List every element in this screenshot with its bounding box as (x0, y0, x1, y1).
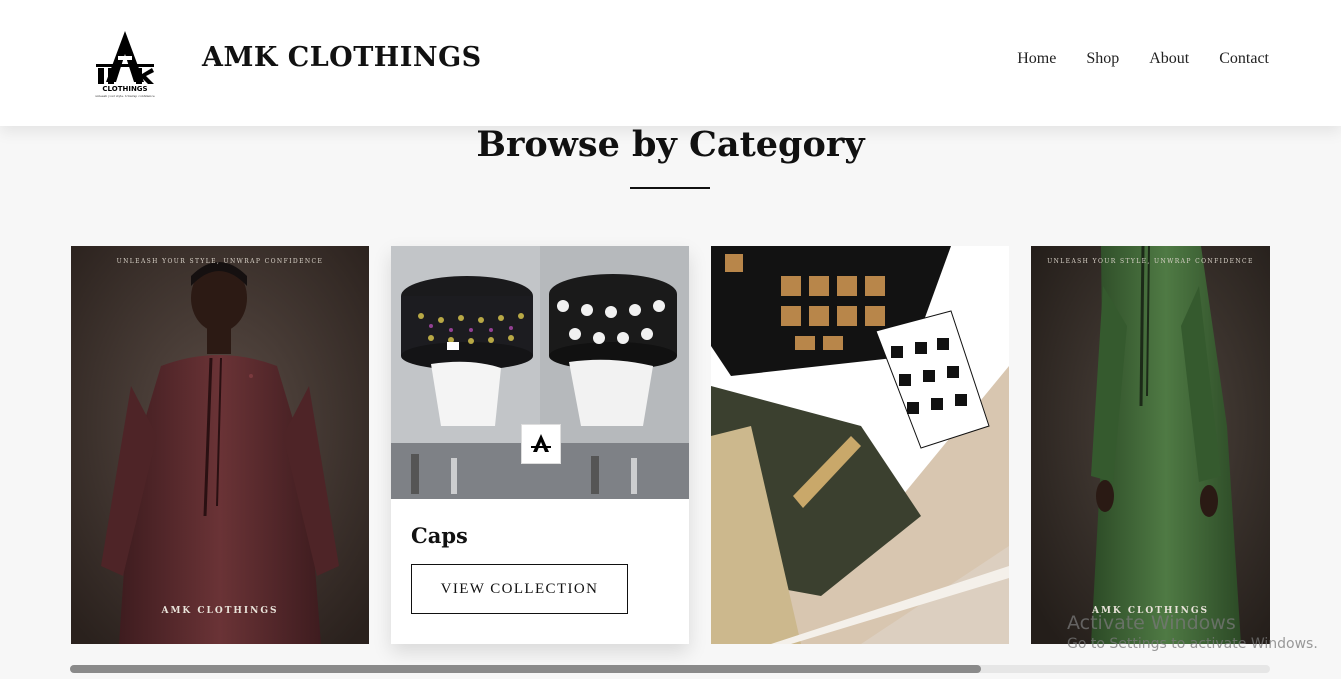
category-card-caps[interactable]: Caps VIEW COLLECTION (391, 246, 689, 644)
promo-tagline: UNLEASH YOUR STYLE, UNWRAP CONFIDENCE (1047, 258, 1254, 265)
nav-home[interactable]: Home (1017, 50, 1056, 68)
brand-logo[interactable]: CLOTHINGS unleash your style. Unwrap con… (92, 28, 158, 100)
view-collection-button[interactable]: VIEW COLLECTION (411, 564, 628, 614)
activate-windows-title: Activate Windows (1067, 612, 1236, 634)
cap-logo-badge (521, 424, 561, 464)
kaftan-maroon-image (71, 246, 369, 644)
nav-shop[interactable]: Shop (1086, 50, 1119, 68)
nav-about[interactable]: About (1149, 50, 1189, 68)
promo-tagline: UNLEASH YOUR STYLE, UNWRAP CONFIDENCE (116, 258, 324, 265)
category-card-kaftan-maroon[interactable]: UNLEASH YOUR STYLE, UNWRAP CONFIDENCE AM… (71, 246, 369, 644)
title-divider (630, 187, 710, 189)
category-card-kaftan-green[interactable]: UNLEASH YOUR STYLE, UNWRAP CONFIDENCE AM… (1031, 246, 1270, 644)
svg-text:CLOTHINGS: CLOTHINGS (102, 85, 147, 93)
card-caption: Caps VIEW COLLECTION (391, 499, 689, 644)
activate-windows-overlay: Activate Windows Go to Settings to activ… (1067, 612, 1318, 652)
kaftan-green-image (1031, 246, 1270, 644)
nav-contact[interactable]: Contact (1219, 50, 1269, 68)
scrollbar-thumb[interactable] (70, 665, 981, 673)
activate-windows-subtitle: Go to Settings to activate Windows. (1067, 636, 1318, 652)
section-title: Browse by Category (476, 124, 865, 165)
watermark-brand: AMK CLOTHINGS (161, 606, 279, 616)
main-nav: Home Shop About Contact (1017, 50, 1269, 68)
logo-mark: CLOTHINGS (96, 31, 154, 93)
fabrics-image (711, 246, 1009, 644)
category-card-fabrics[interactable] (711, 246, 1009, 644)
logo-tagline: unleash your style. Unwrap confidence (95, 94, 155, 98)
carousel-scrollbar[interactable] (70, 665, 1270, 673)
card-title: Caps (411, 523, 468, 548)
brand-name[interactable]: AMK CLOTHINGS (202, 42, 482, 73)
logo-mini-icon (531, 434, 551, 452)
site-header: CLOTHINGS unleash your style. Unwrap con… (0, 0, 1341, 126)
